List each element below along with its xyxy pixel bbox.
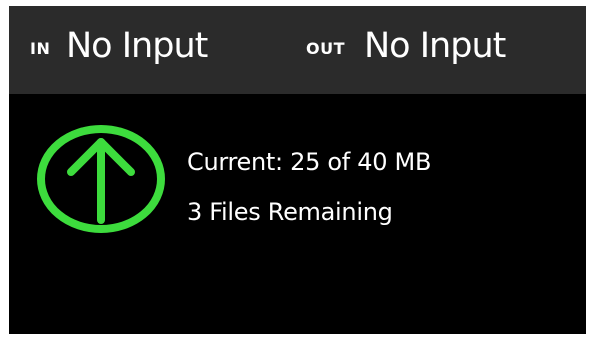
- output-value: No Input: [364, 26, 506, 66]
- io-status-bar: IN No Input OUT No Input: [9, 6, 586, 94]
- transfer-progress-text: Current: 25 of 40 MB: [187, 148, 432, 176]
- input-label: IN: [30, 39, 51, 58]
- files-remaining-text: 3 Files Remaining: [187, 198, 393, 226]
- input-value: No Input: [66, 26, 208, 66]
- device-screen: IN No Input OUT No Input Current: 25 of …: [9, 6, 586, 334]
- output-label: OUT: [306, 39, 346, 58]
- upload-arrow-icon: [37, 125, 165, 233]
